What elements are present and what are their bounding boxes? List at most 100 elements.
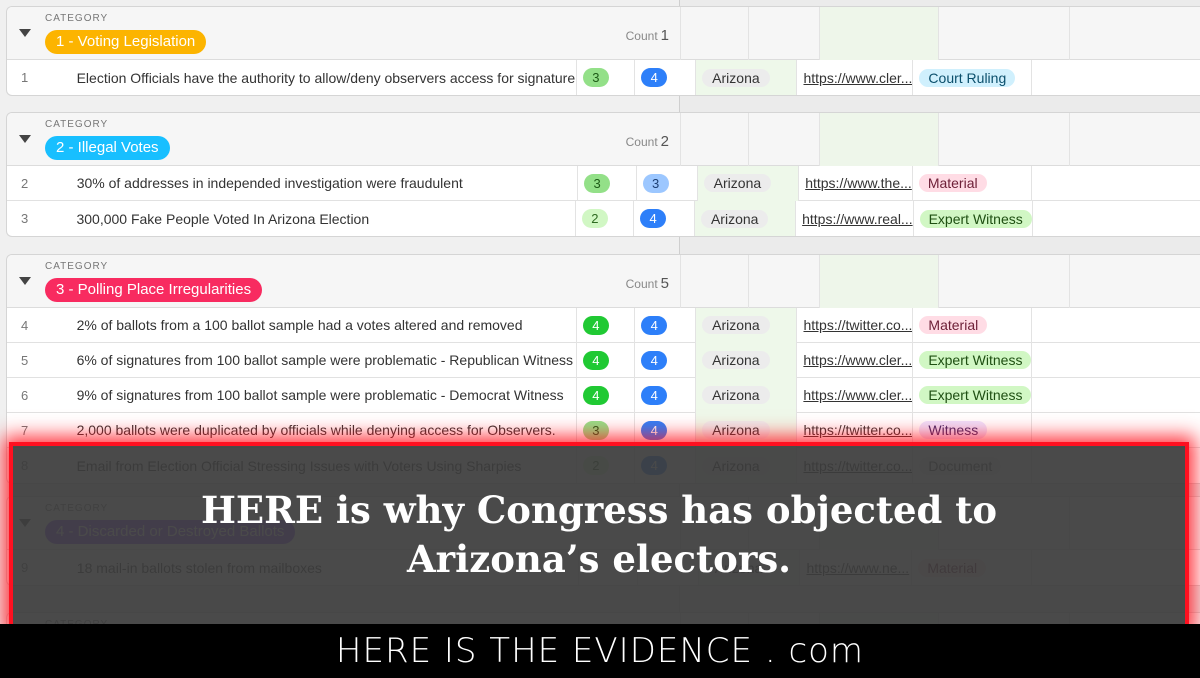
group-count: Count 1 (607, 27, 669, 44)
source-link[interactable]: https://www.cler... (803, 352, 912, 368)
state-cell[interactable]: Arizona (695, 377, 797, 413)
state-cell[interactable]: Arizona (695, 307, 797, 343)
summary-cell (1069, 7, 1200, 60)
extra-cell[interactable] (1031, 60, 1200, 95)
state-cell[interactable]: Arizona (695, 60, 797, 95)
table-row[interactable]: 1 Election Officials have the authority t… (7, 60, 1200, 95)
evidence-type-cell[interactable]: Witness (912, 412, 1031, 448)
source-link-cell[interactable]: https://www.the... (798, 165, 912, 201)
claim-title-cell[interactable]: 6% of signatures from 100 ballot sample … (77, 352, 576, 368)
score-1-cell[interactable]: 3 (575, 60, 634, 95)
summary-cell (748, 113, 819, 166)
evidence-type-cell[interactable]: Expert Witness (912, 201, 1032, 236)
category-group: CATEGORY 1 - Voting Legislation Count 1 1 Ele… (6, 6, 1200, 96)
table-row[interactable]: 6 9% of signatures from 100 ballot sample… (7, 377, 1200, 413)
count-label: Count (625, 29, 658, 43)
claim-title-cell[interactable]: 30% of addresses in independed investiga… (77, 175, 577, 191)
claim-title-cell[interactable]: 2% of ballots from a 100 ballot sample h… (77, 317, 576, 333)
summary-cell (748, 7, 819, 60)
source-link-cell[interactable]: https://twitter.co... (796, 412, 912, 448)
claim-title-cell[interactable]: 300,000 Fake People Voted In Arizona Ele… (76, 211, 574, 227)
group-header[interactable]: CATEGORY 1 - Voting Legislation Count 1 (7, 7, 1200, 60)
state-cell[interactable]: Arizona (695, 412, 797, 448)
collapse-triangle-icon[interactable] (19, 29, 31, 37)
claim-title-cell[interactable]: 9% of signatures from 100 ballot sample … (77, 387, 576, 403)
collapse-triangle-icon[interactable] (19, 135, 31, 143)
score-1-cell[interactable]: 4 (575, 377, 634, 413)
evidence-type-cell[interactable]: Material (912, 307, 1031, 343)
state-pill: Arizona (702, 68, 770, 87)
count-value: 1 (660, 27, 669, 44)
count-label: Count (625, 135, 658, 149)
category-pill: 3 - Polling Place Irregularities (45, 278, 263, 302)
category-pill: 1 - Voting Legislation (45, 30, 207, 54)
evidence-type-cell[interactable]: Expert Witness (912, 342, 1032, 378)
score-1-cell[interactable]: 4 (575, 307, 634, 343)
extra-cell[interactable] (1031, 165, 1200, 201)
summary-cell (1069, 113, 1200, 166)
state-pill: Arizona (702, 386, 770, 404)
extra-cell[interactable] (1031, 201, 1200, 236)
source-link-cell[interactable]: https://twitter.co... (796, 307, 912, 343)
summary-cell (819, 7, 938, 60)
table-row[interactable]: 5 6% of signatures from 100 ballot sample… (7, 342, 1200, 378)
evidence-type-tag: Material (919, 316, 988, 334)
state-cell[interactable]: Arizona (695, 342, 797, 378)
source-link-cell[interactable]: https://www.real... (795, 201, 913, 236)
score-2-pill: 3 (642, 173, 669, 193)
score-2-pill: 4 (640, 209, 667, 228)
group-summary-cells (680, 7, 1200, 60)
claim-title-cell[interactable]: 2,000 ballots were duplicated by officia… (77, 422, 576, 438)
table-row[interactable]: 3 300,000 Fake People Voted In Arizona El… (7, 201, 1200, 236)
source-link-cell[interactable]: https://www.cler... (796, 377, 912, 413)
score-2-pill: 4 (641, 420, 668, 440)
source-link[interactable]: https://www.real... (802, 211, 912, 227)
extra-cell[interactable] (1031, 342, 1200, 378)
group-summary-cells (680, 113, 1200, 166)
score-2-cell[interactable]: 3 (635, 165, 697, 201)
summary-cell (938, 113, 1069, 166)
score-1-pill: 3 (582, 420, 609, 440)
source-link[interactable]: https://www.the... (805, 175, 912, 191)
score-2-cell[interactable]: 4 (634, 342, 695, 378)
headline-text: HERE is why Congress has objected to Ari… (13, 486, 1185, 584)
group-header[interactable]: CATEGORY 2 - Illegal Votes Count 2 (7, 113, 1200, 166)
row-number: 5 (21, 352, 29, 368)
source-link[interactable]: https://twitter.co... (803, 317, 912, 333)
extra-cell[interactable] (1031, 377, 1200, 413)
state-cell[interactable]: Arizona (693, 201, 796, 236)
source-link[interactable]: https://www.cler... (803, 70, 912, 86)
evidence-type-cell[interactable]: Court Ruling (912, 60, 1031, 95)
group-header[interactable]: CATEGORY 3 - Polling Place Irregularities… (7, 255, 1200, 308)
score-1-cell[interactable]: 4 (575, 342, 634, 378)
state-cell[interactable]: Arizona (696, 165, 799, 201)
score-2-cell[interactable]: 4 (634, 412, 695, 448)
score-2-cell[interactable]: 4 (634, 377, 695, 413)
state-pill: Arizona (702, 421, 770, 439)
category-label: CATEGORY (45, 119, 109, 130)
score-1-cell[interactable]: 3 (575, 412, 634, 448)
score-1-cell[interactable]: 2 (574, 201, 633, 236)
table-row[interactable]: 4 2% of ballots from a 100 ballot sample … (7, 307, 1200, 343)
score-2-pill: 4 (641, 315, 668, 335)
source-link[interactable]: https://www.cler... (803, 387, 912, 403)
evidence-type-cell[interactable]: Material (911, 165, 1031, 201)
extra-cell[interactable] (1031, 412, 1200, 448)
extra-cell[interactable] (1031, 307, 1200, 343)
score-2-cell[interactable]: 4 (634, 60, 695, 95)
claim-title-cell[interactable]: Election Officials have the authority to… (77, 70, 576, 86)
state-pill: Arizona (702, 351, 770, 369)
table-row[interactable]: 7 2,000 ballots were duplicated by offici… (7, 412, 1200, 448)
score-1-cell[interactable]: 3 (577, 165, 635, 201)
evidence-type-cell[interactable]: Expert Witness (912, 377, 1032, 413)
collapse-triangle-icon[interactable] (19, 277, 31, 285)
table-row[interactable]: 2 30% of addresses in independed investig… (7, 165, 1200, 201)
source-link[interactable]: https://twitter.co... (803, 422, 912, 438)
score-2-cell[interactable]: 4 (633, 201, 694, 236)
score-2-cell[interactable]: 4 (634, 307, 695, 343)
row-number: 3 (21, 211, 29, 226)
group-count: Count 5 (607, 275, 669, 292)
category-label: CATEGORY (45, 13, 109, 24)
source-link-cell[interactable]: https://www.cler... (796, 342, 912, 378)
source-link-cell[interactable]: https://www.cler... (796, 60, 912, 95)
